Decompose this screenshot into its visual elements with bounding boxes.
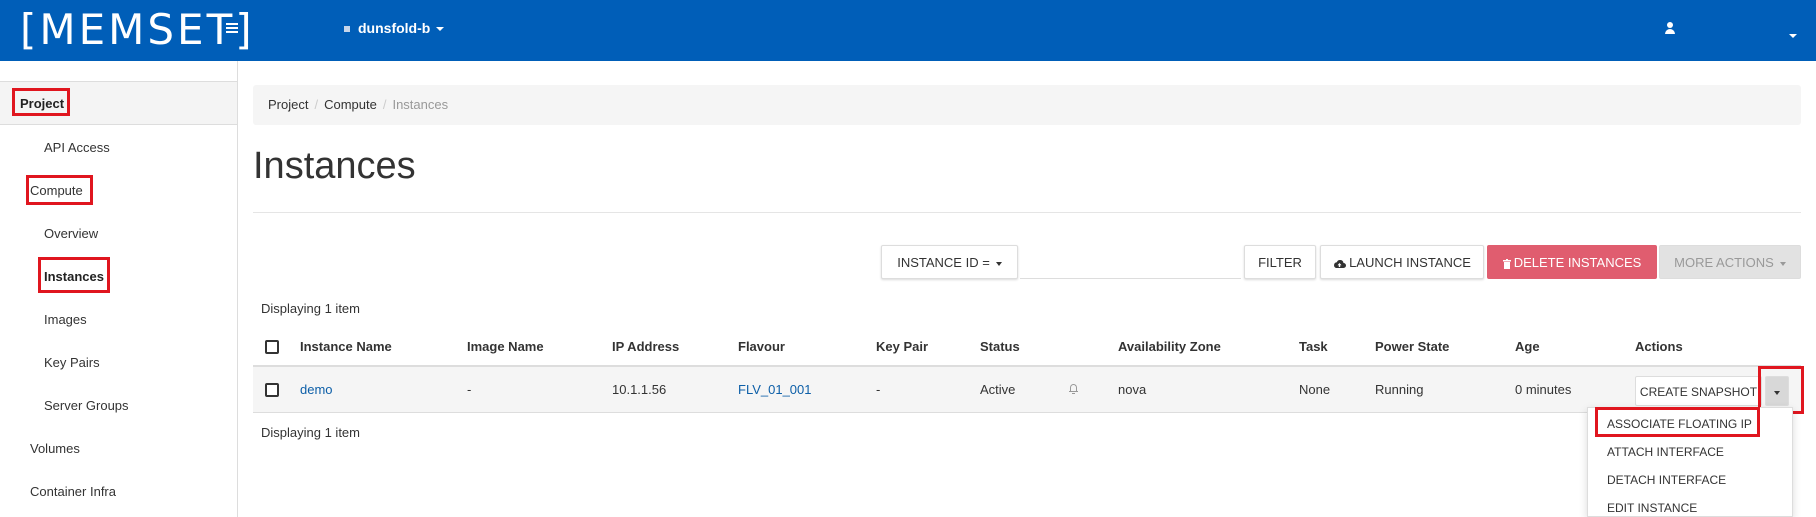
menu-item-detach-interface[interactable]: DETACH INTERFACE [1607, 473, 1726, 487]
divider [253, 212, 1801, 213]
row-checkbox[interactable] [265, 383, 279, 397]
bell-icon [1069, 384, 1078, 394]
top-navbar: [MEMSET] dunsfold-b [0, 0, 1816, 61]
column-header-actions: Actions [1635, 339, 1683, 354]
project-square-icon [344, 26, 350, 33]
filter-button[interactable]: FILTER [1244, 245, 1316, 279]
highlight-box [1595, 407, 1760, 437]
table-header: Instance Name Image Name IP Address Flav… [253, 333, 1801, 367]
power-state-cell: Running [1375, 382, 1424, 397]
project-name: dunsfold-b [358, 20, 431, 36]
breadcrumb-separator: / [314, 97, 319, 112]
breadcrumb-compute[interactable]: Compute [324, 97, 377, 112]
chevron-down-icon [1779, 261, 1786, 266]
ip-address-cell: 10.1.1.56 [612, 382, 667, 397]
breadcrumb-separator: / [382, 97, 387, 112]
launch-instance-button[interactable]: LAUNCH INSTANCE [1320, 245, 1484, 279]
sidebar-item-key-pairs[interactable]: Key Pairs [44, 355, 100, 370]
image-name-cell: - [467, 382, 472, 397]
menu-item-attach-interface[interactable]: ATTACH INTERFACE [1607, 445, 1724, 459]
project-selector[interactable]: dunsfold-b [344, 20, 445, 36]
sidebar-item-container-infra[interactable]: Container Infra [30, 484, 116, 499]
sidebar-item-images[interactable]: Images [44, 312, 87, 327]
column-header-availability-zone[interactable]: Availability Zone [1118, 333, 1221, 361]
sidebar-item-overview[interactable]: Overview [44, 226, 98, 241]
memset-logo[interactable]: [MEMSET] [20, 7, 255, 53]
cloud-upload-icon [1334, 259, 1347, 268]
age-cell: 0 minutes [1515, 382, 1572, 397]
sidebar-item-server-groups[interactable]: Server Groups [44, 398, 129, 413]
highlight-box [12, 88, 70, 116]
column-header-ip-address[interactable]: IP Address [612, 333, 679, 361]
create-snapshot-button[interactable]: CREATE SNAPSHOT [1635, 376, 1762, 406]
menu-icon[interactable] [226, 23, 238, 35]
page-title: Instances [253, 145, 416, 187]
menu-item-edit-instance[interactable]: EDIT INSTANCE [1607, 501, 1697, 515]
chevron-down-icon [436, 27, 445, 32]
column-header-age[interactable]: Age [1515, 333, 1540, 361]
more-actions-label: MORE ACTIONS [1674, 255, 1774, 270]
item-count-top: Displaying 1 item [261, 301, 360, 316]
chevron-down-icon [995, 261, 1002, 266]
task-cell: None [1299, 382, 1331, 397]
column-header-power-state[interactable]: Power State [1375, 333, 1449, 361]
sidebar-item-volumes[interactable]: Volumes [30, 441, 80, 456]
flavour-link[interactable]: FLV_01_001 [738, 367, 812, 413]
highlight-box [38, 257, 110, 293]
filter-field-dropdown[interactable]: INSTANCE ID = [881, 245, 1018, 279]
breadcrumb: Project / Compute / Instances [253, 85, 1801, 125]
column-header-key-pair[interactable]: Key Pair [876, 333, 928, 361]
column-header-status[interactable]: Status [980, 333, 1020, 361]
key-pair-cell: - [876, 382, 881, 397]
table-row: demo - 10.1.1.56 FLV_01_001 - Active nov… [253, 367, 1801, 413]
user-menu-toggle[interactable] [1783, 27, 1797, 45]
filter-input[interactable] [1020, 245, 1241, 279]
more-actions-button[interactable]: MORE ACTIONS [1659, 245, 1801, 279]
status-cell: Active [980, 382, 1016, 397]
select-all-checkbox[interactable] [265, 340, 279, 354]
breadcrumb-instances: Instances [392, 97, 449, 112]
sidebar: Project API Access Compute Overview Inst… [0, 61, 238, 517]
filter-field-label: INSTANCE ID = [897, 255, 990, 270]
launch-instance-label: LAUNCH INSTANCE [1349, 255, 1471, 270]
trash-icon [1502, 258, 1511, 269]
delete-instances-button[interactable]: DELETE INSTANCES [1487, 245, 1657, 279]
column-header-instance-name[interactable]: Instance Name [300, 333, 392, 361]
column-header-task[interactable]: Task [1299, 333, 1328, 361]
column-header-image-name[interactable]: Image Name [467, 333, 544, 361]
breadcrumb-project[interactable]: Project [268, 97, 308, 112]
chevron-down-icon [1789, 33, 1797, 38]
item-count-bottom: Displaying 1 item [261, 425, 360, 440]
instance-name-link[interactable]: demo [300, 367, 333, 413]
column-header-flavour[interactable]: Flavour [738, 333, 785, 361]
availability-zone-cell: nova [1118, 382, 1147, 397]
delete-instances-label: DELETE INSTANCES [1513, 255, 1642, 270]
highlight-box [26, 175, 93, 205]
sidebar-item-api-access[interactable]: API Access [44, 140, 110, 155]
user-icon[interactable] [1664, 22, 1676, 36]
